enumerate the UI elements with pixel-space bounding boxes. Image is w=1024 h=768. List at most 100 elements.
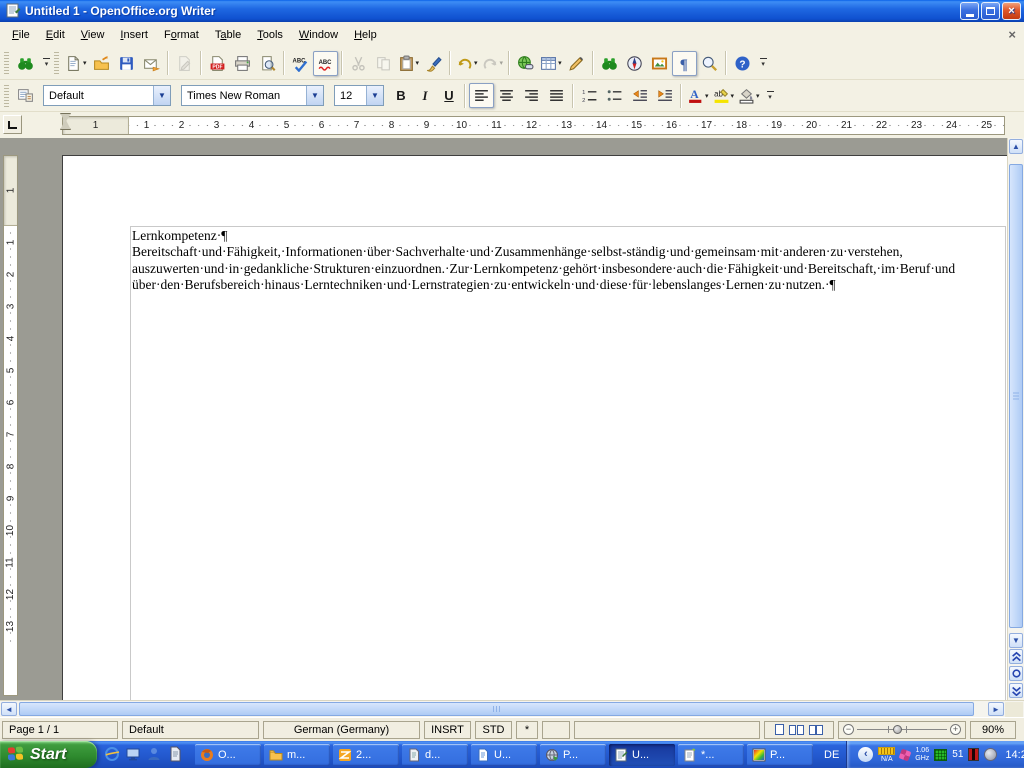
horizontal-scroll-thumb[interactable]	[19, 702, 974, 716]
menu-edit[interactable]: Edit	[38, 25, 73, 45]
font-color-button[interactable]: A ▾	[685, 83, 711, 108]
close-button[interactable]: ×	[1002, 2, 1021, 20]
document-line[interactable]: über·den·Berufsbereich·hinaus·Lerntechni…	[132, 277, 1005, 293]
language-indicator[interactable]: German (Germany)	[263, 720, 420, 739]
toolbar-drag-handle[interactable]	[4, 52, 9, 74]
book-view-icon[interactable]	[809, 724, 823, 735]
cpu-meter-tray-icon[interactable]: N/A	[878, 746, 896, 763]
bullet-list-button[interactable]	[602, 83, 627, 108]
paste-button[interactable]: ▾	[396, 51, 422, 76]
decrease-indent-button[interactable]	[627, 83, 652, 108]
minimize-button[interactable]	[960, 2, 979, 20]
drawing-functions-button[interactable]	[564, 51, 589, 76]
align-right-button[interactable]	[519, 83, 544, 108]
increase-indent-button[interactable]	[652, 83, 677, 108]
zoom-slider-thumb[interactable]	[893, 725, 902, 734]
multi-page-view-icon[interactable]	[789, 724, 804, 735]
page-indicator[interactable]: Page 1 / 1	[2, 720, 118, 739]
font-size-combo[interactable]: 12 ▼	[334, 85, 384, 106]
task-notepad[interactable]: *...	[678, 743, 744, 766]
document-text[interactable]: Lernkompetenz·¶ Bereitschaft·und·Fähigkei…	[131, 227, 1005, 294]
menu-format[interactable]: Format	[156, 25, 207, 45]
chevron-down-icon[interactable]: ▾	[416, 59, 420, 67]
horizontal-scrollbar[interactable]: ◄ ►	[0, 700, 1024, 717]
restore-button[interactable]	[981, 2, 1000, 20]
vertical-scrollbar[interactable]: ▲ ▼	[1007, 138, 1024, 700]
insert-mode-indicator[interactable]: INSRT	[424, 720, 471, 739]
document-line[interactable]: Lernkompetenz·¶	[132, 228, 1005, 244]
menu-insert[interactable]: Insert	[112, 25, 156, 45]
selection-mode-indicator[interactable]: STD	[475, 720, 512, 739]
vertical-ruler[interactable]: 1 1 2 3 4 5 6 7 8 9 10 11 12 13	[3, 155, 18, 696]
document-quicklaunch-icon[interactable]	[167, 746, 184, 763]
help-button[interactable]: ?	[730, 51, 755, 76]
task-browser[interactable]: P...	[540, 743, 606, 766]
email-document-button[interactable]	[139, 51, 164, 76]
task-writer[interactable]: U...	[609, 743, 675, 766]
background-color-button[interactable]: ▾	[736, 83, 762, 108]
scroll-up-button[interactable]: ▲	[1009, 139, 1023, 154]
next-page-button[interactable]	[1009, 683, 1023, 698]
new-document-button[interactable]: ▾	[63, 51, 89, 76]
formatting-toolbar-overflow[interactable]: ▾	[764, 84, 777, 108]
highlighting-button[interactable]: ab ▾	[711, 83, 737, 108]
cpu-speed-tray-icon[interactable]	[898, 748, 912, 761]
language-indicator[interactable]: DE	[817, 749, 846, 761]
tab-stop-selector[interactable]	[3, 115, 22, 134]
single-page-view-icon[interactable]	[775, 724, 784, 735]
zoom-slider-track[interactable]	[857, 723, 947, 736]
show-desktop-icon[interactable]	[125, 746, 142, 763]
navigator-button[interactable]	[622, 51, 647, 76]
hyperlink-button[interactable]	[513, 51, 538, 76]
chevron-down-icon[interactable]: ▼	[366, 86, 383, 105]
menu-window[interactable]: Window	[291, 25, 346, 45]
toolbar-drag-handle[interactable]	[54, 52, 59, 74]
horizontal-ruler[interactable]: 1 1 2 3 4 5 6 7 8 9 10 11 12 13 14 15 16 17 18 19 20 21 22 23 24…	[62, 116, 1005, 135]
chevron-down-icon[interactable]: ▾	[83, 59, 87, 67]
chevron-down-icon[interactable]: ▾	[731, 92, 735, 100]
align-center-button[interactable]	[494, 83, 519, 108]
menu-view[interactable]: View	[73, 25, 113, 45]
toolbar-drag-handle[interactable]	[4, 84, 9, 107]
task-document-2[interactable]: U...	[471, 743, 537, 766]
menu-file[interactable]: File	[4, 25, 38, 45]
align-left-button[interactable]	[469, 83, 494, 108]
open-button[interactable]	[89, 51, 114, 76]
standard-toolbar-overflow[interactable]: ▾	[757, 51, 770, 75]
vertical-scroll-track[interactable]	[1009, 156, 1023, 632]
find-replace-button[interactable]	[597, 51, 622, 76]
numbered-list-button[interactable]: 12	[577, 83, 602, 108]
task-archive[interactable]: 2...	[333, 743, 399, 766]
zoom-in-icon[interactable]: +	[950, 724, 961, 735]
align-justified-button[interactable]	[544, 83, 569, 108]
find-toolbar-button[interactable]	[13, 51, 38, 76]
task-folder[interactable]: m...	[264, 743, 330, 766]
formatting-marks-button[interactable]: ¶	[671, 50, 697, 76]
page-style-indicator[interactable]: Default	[122, 720, 259, 739]
paragraph-style-combo[interactable]: Default ▼	[43, 85, 171, 106]
chevron-down-icon[interactable]: ▼	[306, 86, 323, 105]
chevron-down-icon[interactable]: ▾	[500, 59, 504, 67]
menu-help[interactable]: Help	[346, 25, 385, 45]
save-button[interactable]	[114, 51, 139, 76]
chevron-down-icon[interactable]: ▾	[756, 92, 760, 100]
underline-button[interactable]: U	[437, 84, 461, 108]
previous-page-button[interactable]	[1009, 649, 1023, 664]
export-pdf-button[interactable]: PDF	[205, 51, 230, 76]
tray-collapse-chevron-icon[interactable]: ‹	[858, 747, 874, 762]
print-button[interactable]	[230, 51, 255, 76]
volume-tray-icon[interactable]	[984, 748, 998, 761]
network-meter-tray-icon[interactable]	[934, 748, 948, 761]
autospellcheck-button[interactable]: ABC	[312, 50, 338, 76]
zoom-level[interactable]: 90%	[970, 720, 1016, 739]
document-line[interactable]: Bereitschaft·und·Fähigkeit,·Informatione…	[132, 244, 1005, 260]
chevron-down-icon[interactable]: ▾	[474, 59, 478, 67]
bold-button[interactable]: B	[389, 84, 413, 108]
start-button[interactable]: Start	[0, 741, 97, 768]
gallery-button[interactable]	[647, 51, 672, 76]
zoom-button[interactable]	[697, 51, 722, 76]
document-line[interactable]: auszuwerten·und·in·gedankliche·Strukture…	[132, 261, 1005, 277]
zoom-slider[interactable]: − +	[838, 720, 966, 739]
view-layout-cell[interactable]	[764, 720, 834, 739]
scroll-down-button[interactable]: ▼	[1009, 633, 1023, 648]
